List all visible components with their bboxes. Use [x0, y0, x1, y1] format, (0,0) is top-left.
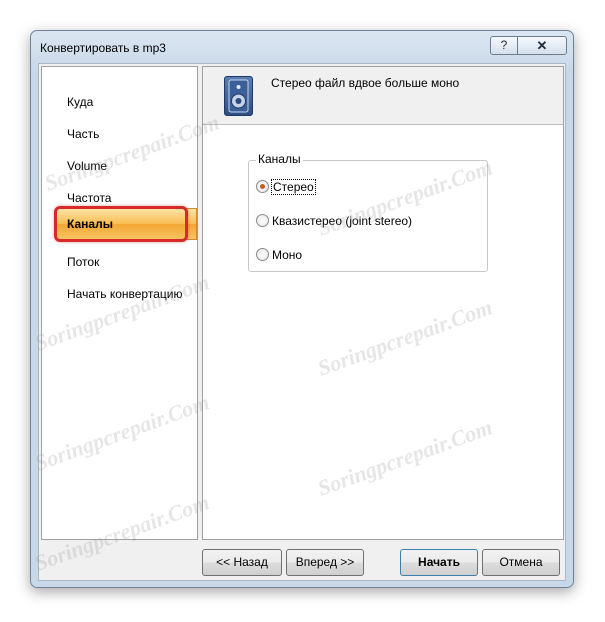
- sidebar-item-potok[interactable]: Поток: [67, 255, 99, 269]
- wizard-page: Стерео файл вдвое больше моно Каналы Сте…: [202, 66, 564, 540]
- channels-group-label: Каналы: [256, 152, 303, 166]
- page-description: Стерео файл вдвое больше моно: [271, 76, 460, 90]
- channels-group: Каналы Стерео Квазистерео (joint stereo)…: [248, 152, 488, 272]
- next-button[interactable]: Вперед >>: [286, 549, 364, 576]
- radio-button-checked[interactable]: [256, 180, 269, 193]
- title-bar[interactable]: Конвертировать в mp3 ? ✕: [31, 31, 573, 63]
- close-button[interactable]: ✕: [517, 36, 567, 55]
- start-button[interactable]: Начать: [400, 549, 478, 576]
- page-header: Стерео файл вдвое больше моно: [203, 67, 563, 125]
- dialog-client-area: Куда Часть Volume Частота Каналы Поток Н…: [38, 63, 566, 581]
- radio-joint-stereo-label[interactable]: Квазистерео (joint stereo): [272, 214, 412, 228]
- sidebar-item-start-conversion[interactable]: Начать конвертацию: [67, 287, 182, 301]
- page-body: Каналы Стерео Квазистерео (joint stereo)…: [203, 125, 563, 539]
- sidebar-item-chastota[interactable]: Частота: [67, 191, 111, 205]
- radio-stereo-label[interactable]: Стерео: [271, 179, 316, 195]
- speaker-icon: [224, 76, 253, 116]
- radio-button[interactable]: [256, 248, 269, 261]
- radio-button[interactable]: [256, 214, 269, 227]
- sidebar-item-chast[interactable]: Часть: [67, 127, 99, 141]
- radio-mono-label[interactable]: Моно: [272, 248, 302, 262]
- dialog-window: Конвертировать в mp3 ? ✕ Куда Часть Volu…: [30, 30, 574, 588]
- highlight-frame: [54, 206, 188, 242]
- watermark: Soringpcrepair.Com: [314, 414, 496, 501]
- watermark: Soringpcrepair.Com: [314, 294, 496, 381]
- wizard-sidebar: Куда Часть Volume Частота Каналы Поток Н…: [41, 66, 198, 540]
- help-button[interactable]: ?: [490, 36, 518, 55]
- sidebar-item-kuda[interactable]: Куда: [67, 95, 93, 109]
- cancel-button[interactable]: Отмена: [482, 549, 560, 576]
- window-title: Конвертировать в mp3: [40, 41, 166, 55]
- sidebar-item-volume[interactable]: Volume: [67, 159, 107, 173]
- back-button[interactable]: << Назад: [202, 549, 282, 576]
